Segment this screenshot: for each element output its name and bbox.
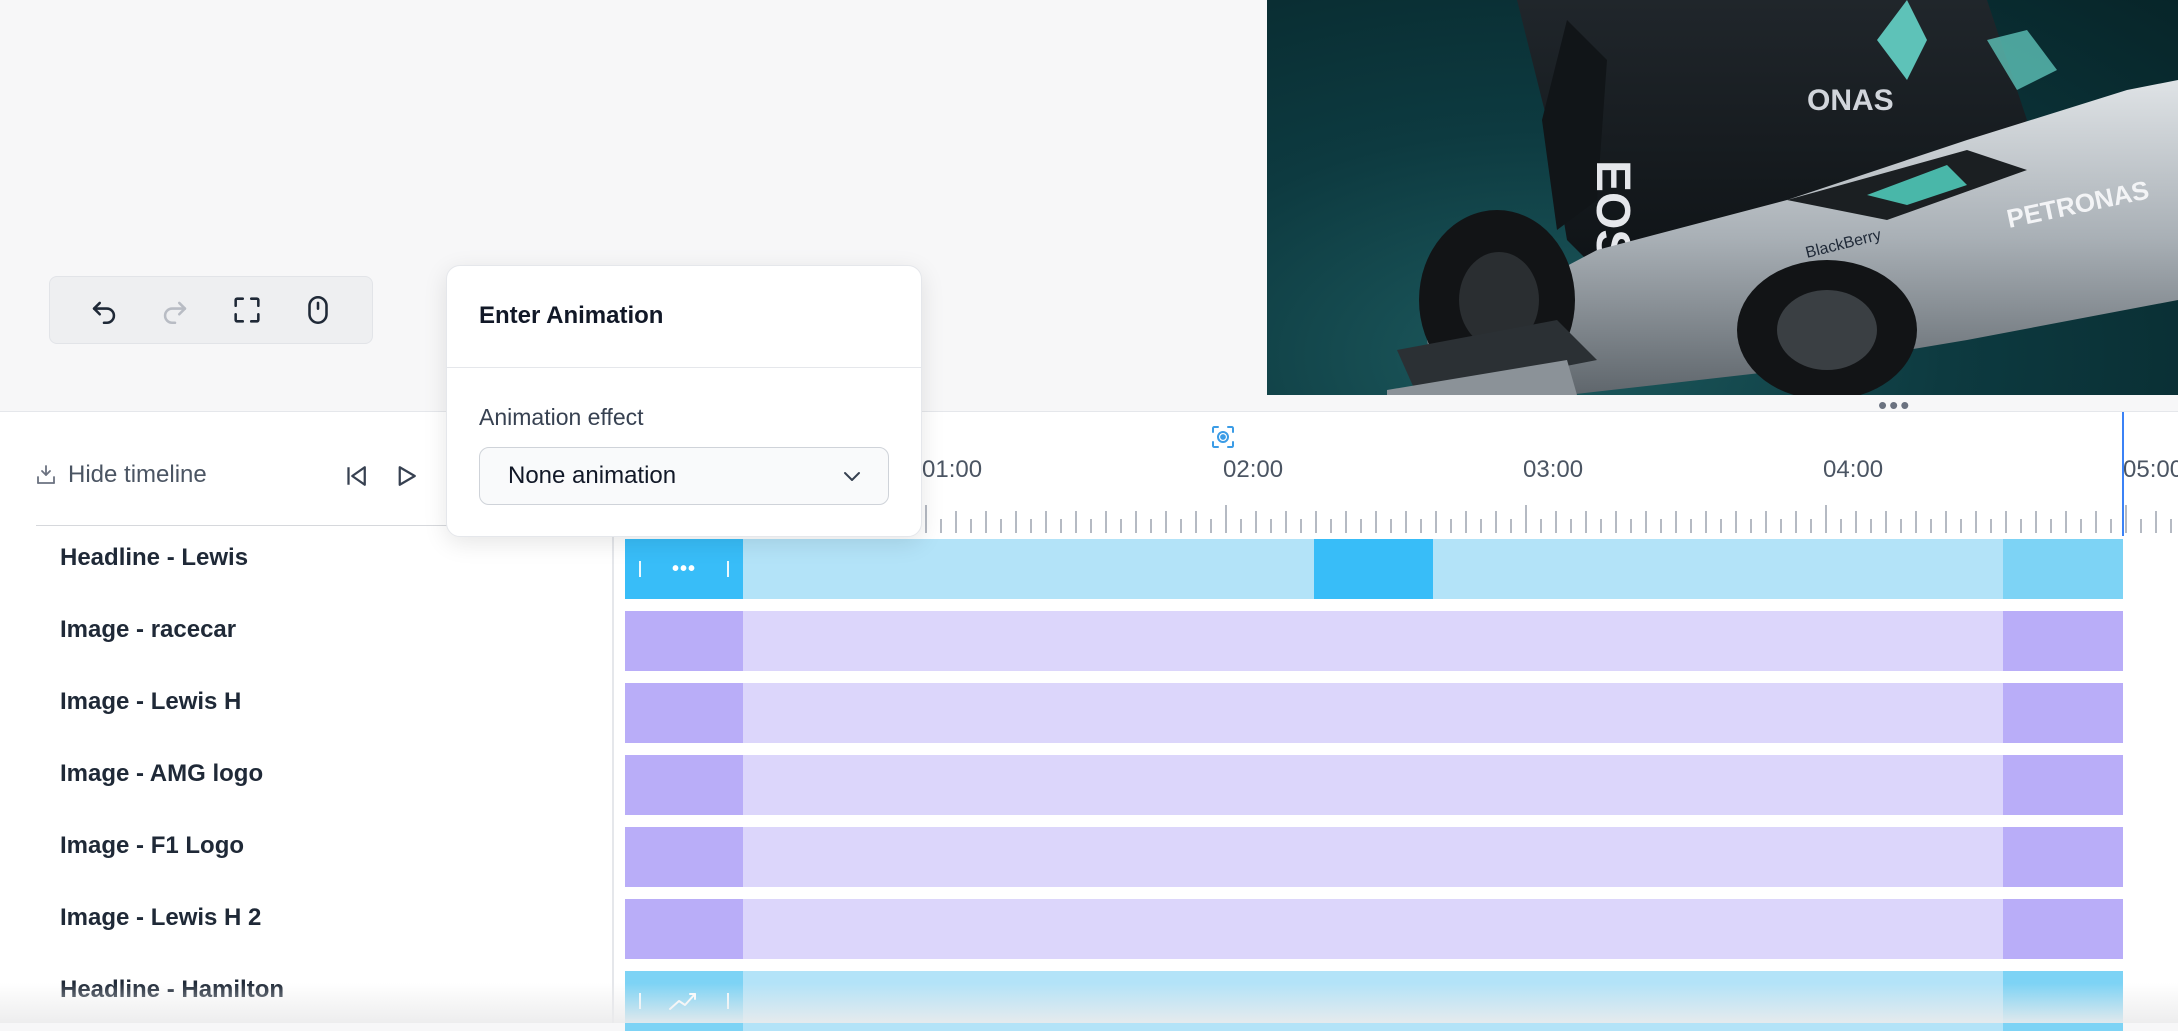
layer-label[interactable]: Image - Lewis H [60, 687, 241, 717]
exit-animation-segment[interactable] [2003, 683, 2123, 743]
svg-text:ONAS: ONAS [1807, 84, 1894, 117]
canvas-area: EOS ONAS PETRONAS BlackBerry ••• [0, 0, 2178, 418]
exit-animation-segment[interactable] [2003, 971, 2123, 1031]
exit-animation-segment[interactable] [2003, 539, 2123, 599]
fullscreen-button[interactable] [225, 288, 269, 332]
track-image-f1-logo[interactable] [625, 827, 2123, 887]
collapse-icon [37, 465, 55, 484]
track-duration [625, 611, 2123, 671]
left-handle[interactable] [639, 993, 641, 1009]
hide-timeline-label: Hide timeline [68, 461, 207, 488]
exit-animation-segment[interactable] [2003, 755, 2123, 815]
redo-icon [164, 301, 187, 325]
animation-effect-value: None animation [508, 462, 677, 489]
exit-animation-segment[interactable] [2003, 611, 2123, 671]
canvas-toolbar [49, 276, 373, 344]
mouse-icon [308, 295, 329, 325]
skip-back-icon [347, 466, 366, 486]
track-headline-hamilton[interactable] [625, 971, 2123, 1031]
segment-handles [625, 971, 743, 1031]
track-duration [625, 971, 2123, 1031]
enter-animation-segment[interactable] [625, 827, 743, 887]
track-duration [625, 899, 2123, 959]
mouse-mode-button[interactable] [296, 288, 340, 332]
play-icon [398, 466, 416, 486]
right-handle[interactable] [726, 561, 729, 577]
ruler-label: 02:00 [1223, 456, 1284, 483]
chevron-down-icon [844, 472, 860, 481]
play-button[interactable] [388, 458, 424, 494]
redo-button[interactable] [153, 288, 197, 332]
animation-effect-label: Animation effect [479, 404, 644, 430]
popover-divider [447, 367, 921, 368]
fullscreen-icon [234, 297, 260, 323]
timeline-panel: Hide timeline Headline - Lewis Image - r… [0, 411, 2178, 1031]
ruler-label: 03:00 [1523, 456, 1584, 483]
animation-curve-icon[interactable] [667, 989, 701, 1013]
popover-title: Enter Animation [479, 302, 664, 329]
track-image-lewis-h[interactable] [625, 683, 2123, 743]
racecar-image: EOS ONAS PETRONAS BlackBerry [1387, 0, 2178, 395]
playhead[interactable] [2122, 412, 2124, 536]
left-handle[interactable] [639, 561, 641, 577]
track-headline-lewis[interactable]: ••• [625, 539, 2123, 599]
animation-effect-select[interactable]: None animation [479, 447, 889, 505]
enter-animation-popover: Enter Animation Animation effect None an… [446, 265, 922, 537]
segment-handles: ••• [625, 539, 743, 599]
more-icon[interactable]: ••• [672, 558, 696, 581]
track-image-racecar[interactable] [625, 611, 2123, 671]
ruler-label: 05:00 [2123, 456, 2178, 483]
layer-label[interactable]: Image - racecar [60, 615, 236, 645]
exit-animation-segment[interactable] [2003, 899, 2123, 959]
ruler-label: 04:00 [1823, 456, 1884, 483]
track-image-lewis-h-2[interactable] [625, 899, 2123, 959]
enter-animation-segment[interactable] [625, 899, 743, 959]
enter-animation-segment[interactable] [625, 683, 743, 743]
layer-label[interactable]: Image - AMG logo [60, 759, 263, 789]
focus-playhead-icon[interactable] [1208, 422, 1238, 452]
enter-animation-segment[interactable] [625, 755, 743, 815]
highlight-segment[interactable] [1314, 539, 1433, 599]
right-handle[interactable] [727, 993, 729, 1009]
track-image-amg-logo[interactable] [625, 755, 2123, 815]
track-duration [625, 755, 2123, 815]
skip-back-button[interactable] [338, 458, 374, 494]
layer-label[interactable]: Headline - Lewis [60, 543, 248, 573]
layer-label[interactable]: Headline - Hamilton [60, 975, 284, 1005]
undo-icon [92, 301, 115, 325]
ruler-label: 01:00 [922, 456, 983, 483]
resize-handle[interactable]: ••• [1878, 392, 1911, 418]
canvas-preview[interactable]: EOS ONAS PETRONAS BlackBerry [1267, 0, 2178, 395]
enter-animation-segment[interactable] [625, 611, 743, 671]
layer-label[interactable]: Image - Lewis H 2 [60, 903, 261, 933]
exit-animation-segment[interactable] [2003, 827, 2123, 887]
layer-label[interactable]: Image - F1 Logo [60, 831, 244, 861]
undo-button[interactable] [82, 288, 126, 332]
track-duration [625, 683, 2123, 743]
hide-timeline-button[interactable]: Hide timeline [34, 461, 207, 489]
track-duration [625, 827, 2123, 887]
